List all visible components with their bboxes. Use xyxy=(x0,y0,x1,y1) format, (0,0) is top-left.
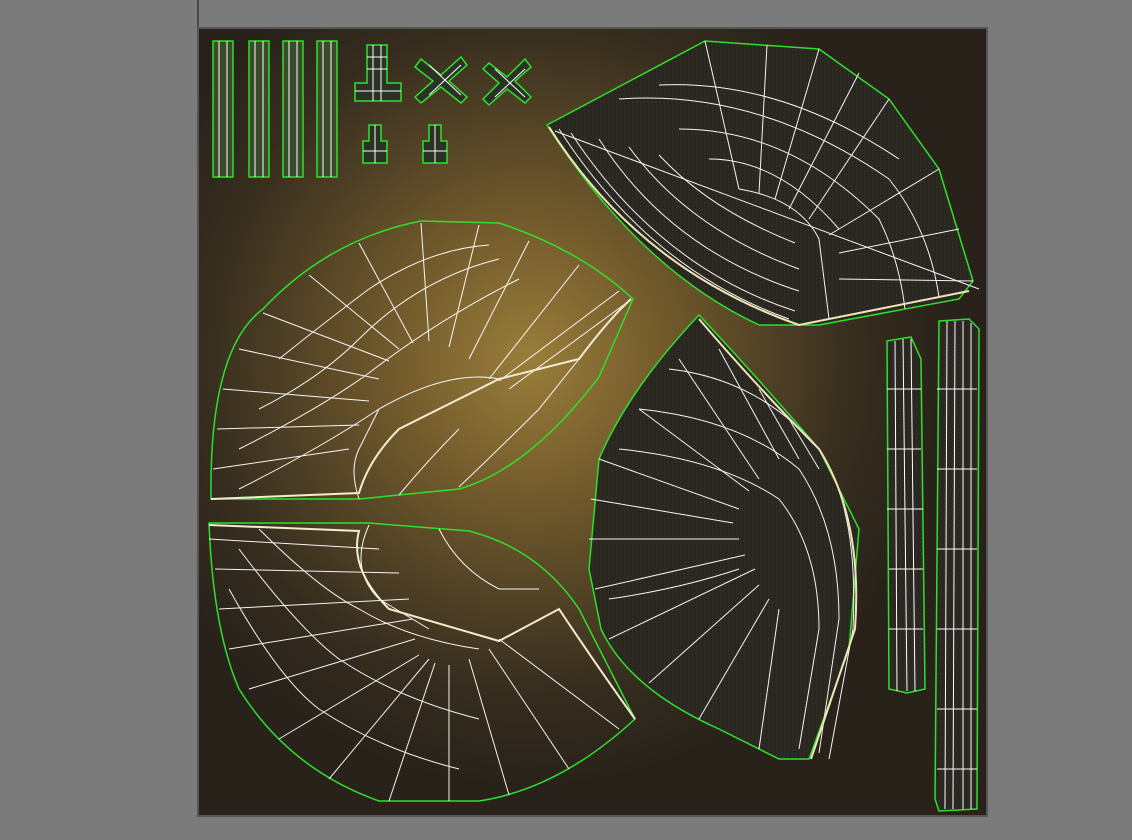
uv-island-fan-center[interactable] xyxy=(588,313,860,760)
uv-island-fan-top-right[interactable] xyxy=(545,40,980,327)
uv-island-tab-1[interactable] xyxy=(362,124,388,164)
uv-texture-canvas[interactable] xyxy=(197,27,988,817)
uv-editor-viewport[interactable] xyxy=(0,0,1132,840)
uv-island-strip-3[interactable] xyxy=(282,40,304,178)
uv-island-strip-4[interactable] xyxy=(316,40,338,178)
uv-island-fan-left-upper[interactable] xyxy=(210,220,634,500)
uv-island-strip-right-2[interactable] xyxy=(934,318,980,812)
uv-island-cross-2[interactable] xyxy=(481,57,533,107)
uv-island-tab-2[interactable] xyxy=(422,124,448,164)
uv-island-cross-1[interactable] xyxy=(413,55,469,105)
canvas-frame-edge xyxy=(197,0,199,27)
uv-island-strips-top[interactable] xyxy=(212,40,338,178)
uv-island-t-piece[interactable] xyxy=(354,44,402,102)
uv-island-strip-2[interactable] xyxy=(248,40,270,178)
uv-island-fan-left-lower[interactable] xyxy=(208,522,636,802)
uv-island-strip-1[interactable] xyxy=(212,40,234,178)
uv-island-strip-right-1[interactable] xyxy=(886,336,926,694)
uv-wireframe-layer[interactable] xyxy=(199,29,986,815)
